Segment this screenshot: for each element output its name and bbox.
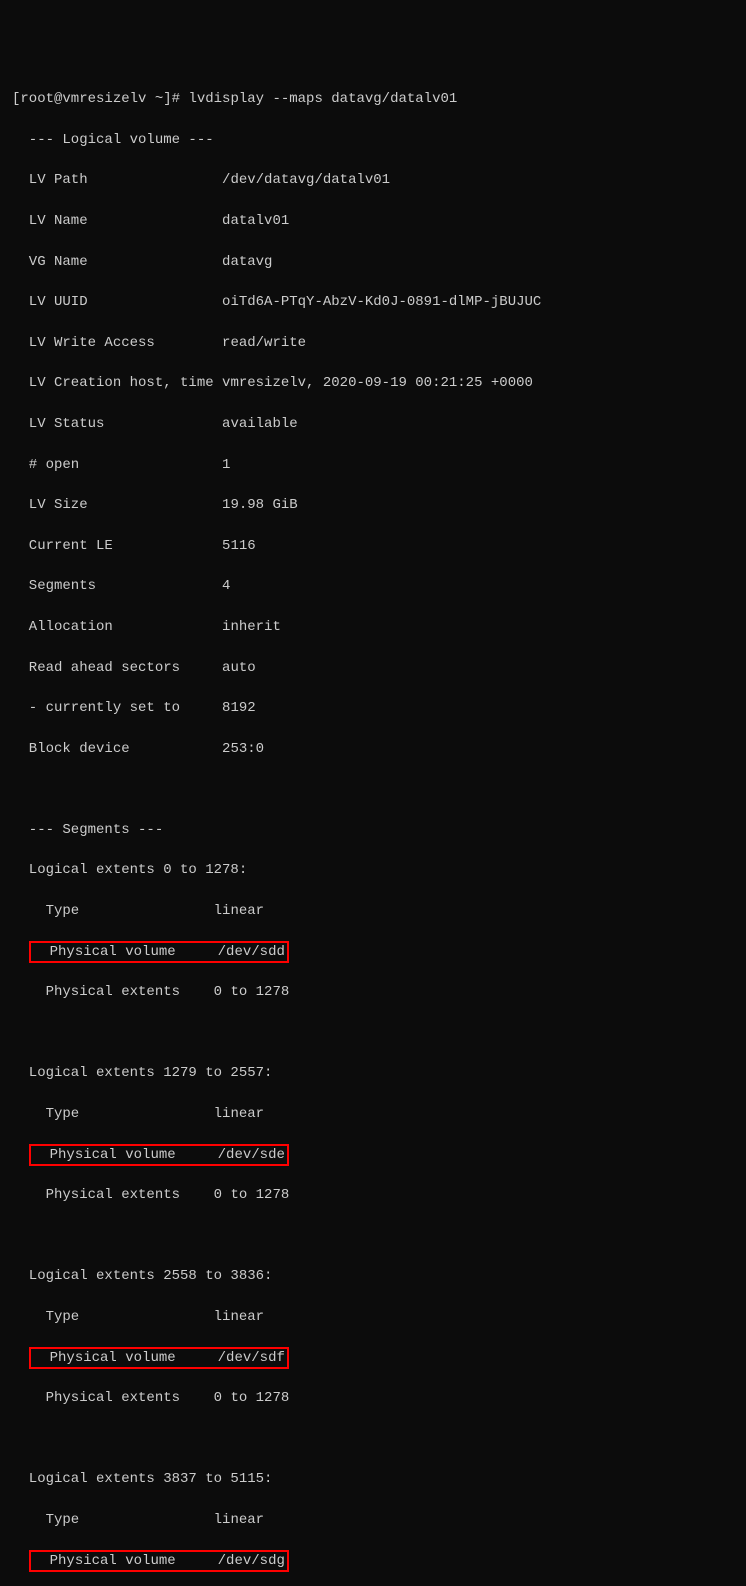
segment-pe: Physical extents 0 to 1278: [12, 1388, 734, 1408]
field-label: Type: [12, 1106, 214, 1122]
field-value: 8192: [222, 700, 256, 716]
field-label: LV Name: [12, 213, 222, 229]
field-value: 5116: [222, 538, 256, 554]
lv-segments: Segments 4: [12, 576, 734, 596]
segment-range: Logical extents 2558 to 3836:: [12, 1266, 734, 1286]
field-value: read/write: [222, 335, 306, 351]
field-value: auto: [222, 660, 256, 676]
segment-range: Logical extents 3837 to 5115:: [12, 1469, 734, 1489]
shell-prompt: [root@vmresizelv ~]#: [12, 91, 188, 107]
field-label: LV UUID: [12, 294, 222, 310]
lv-current-le: Current LE 5116: [12, 536, 734, 556]
segment-type: Type linear: [12, 1510, 734, 1530]
field-value: 0 to 1278: [214, 984, 290, 1000]
segment-range: Logical extents 0 to 1278:: [12, 860, 734, 880]
field-label: Type: [12, 903, 214, 919]
field-value: 0 to 1278: [214, 1187, 290, 1203]
segment-type: Type linear: [12, 901, 734, 921]
pv-value: /dev/sde: [218, 1147, 285, 1163]
highlight-box: Physical volume /dev/sdf: [29, 1347, 289, 1369]
segment-pv-highlighted: Physical volume /dev/sdf: [12, 1348, 734, 1368]
field-label: Block device: [12, 741, 222, 757]
segment-pv-highlighted: Physical volume /dev/sdd: [12, 942, 734, 962]
pv-label: Physical volume: [50, 1350, 218, 1366]
vg-name: VG Name datavg: [12, 252, 734, 272]
field-value: linear: [214, 1309, 264, 1325]
blank-line: [12, 1429, 734, 1449]
blank-line: [12, 1023, 734, 1043]
lv-status: LV Status available: [12, 414, 734, 434]
field-label: Physical extents: [12, 984, 214, 1000]
lv-block-device: Block device 253:0: [12, 739, 734, 759]
pv-value: /dev/sdf: [218, 1350, 285, 1366]
field-label: - currently set to: [12, 700, 222, 716]
field-label: Read ahead sectors: [12, 660, 222, 676]
field-value: 4: [222, 578, 230, 594]
field-value: linear: [214, 1512, 264, 1528]
field-value: 253:0: [222, 741, 264, 757]
field-value: datalv01: [222, 213, 289, 229]
field-label: # open: [12, 457, 222, 473]
field-label: VG Name: [12, 254, 222, 270]
field-label: Physical extents: [12, 1187, 214, 1203]
command-line: [root@vmresizelv ~]# lvdisplay --maps da…: [12, 89, 734, 109]
field-label: Type: [12, 1512, 214, 1528]
lv-read-ahead: Read ahead sectors auto: [12, 658, 734, 678]
lv-uuid: LV UUID oiTd6A-PTqY-AbzV-Kd0J-0891-dlMP-…: [12, 292, 734, 312]
field-value: oiTd6A-PTqY-AbzV-Kd0J-0891-dlMP-jBUJUC: [222, 294, 541, 310]
field-value: /dev/datavg/datalv01: [222, 172, 390, 188]
segment-pv-highlighted: Physical volume /dev/sde: [12, 1145, 734, 1165]
segment-type: Type linear: [12, 1307, 734, 1327]
lv-currently-set: - currently set to 8192: [12, 698, 734, 718]
pv-label: Physical volume: [50, 1147, 218, 1163]
segment-pe: Physical extents 0 to 1278: [12, 1185, 734, 1205]
section-header-segments: --- Segments ---: [12, 820, 734, 840]
field-value: linear: [214, 1106, 264, 1122]
field-value: datavg: [222, 254, 272, 270]
field-label: LV Creation host, time: [12, 375, 222, 391]
pv-label: Physical volume: [50, 944, 218, 960]
field-value: 0 to 1278: [214, 1390, 290, 1406]
blank-line: [12, 1226, 734, 1246]
field-label: Current LE: [12, 538, 222, 554]
segment-pe: Physical extents 0 to 1278: [12, 982, 734, 1002]
highlight-box: Physical volume /dev/sdd: [29, 941, 289, 963]
field-label: Allocation: [12, 619, 222, 635]
field-value: 1: [222, 457, 230, 473]
field-value: available: [222, 416, 298, 432]
lv-write-access: LV Write Access read/write: [12, 333, 734, 353]
field-label: Type: [12, 1309, 214, 1325]
field-label: LV Size: [12, 497, 222, 513]
lv-creation-host: LV Creation host, time vmresizelv, 2020-…: [12, 373, 734, 393]
blank-line: [12, 779, 734, 799]
pv-label: Physical volume: [50, 1553, 218, 1569]
segment-pv-highlighted: Physical volume /dev/sdg: [12, 1551, 734, 1571]
section-header-lv: --- Logical volume ---: [12, 130, 734, 150]
pv-value: /dev/sdg: [218, 1553, 285, 1569]
segment-type: Type linear: [12, 1104, 734, 1124]
field-label: LV Path: [12, 172, 222, 188]
highlight-box: Physical volume /dev/sde: [29, 1144, 289, 1166]
field-label: Segments: [12, 578, 222, 594]
lv-name: LV Name datalv01: [12, 211, 734, 231]
lv-path: LV Path /dev/datavg/datalv01: [12, 170, 734, 190]
lv-allocation: Allocation inherit: [12, 617, 734, 637]
field-value: 19.98 GiB: [222, 497, 298, 513]
pv-value: /dev/sdd: [218, 944, 285, 960]
lv-open: # open 1: [12, 455, 734, 475]
field-value: linear: [214, 903, 264, 919]
lv-size: LV Size 19.98 GiB: [12, 495, 734, 515]
field-label: Physical extents: [12, 1390, 214, 1406]
segment-range: Logical extents 1279 to 2557:: [12, 1063, 734, 1083]
field-value: inherit: [222, 619, 281, 635]
field-label: LV Status: [12, 416, 222, 432]
command-text: lvdisplay --maps datavg/datalv01: [188, 91, 457, 107]
highlight-box: Physical volume /dev/sdg: [29, 1550, 289, 1572]
field-label: LV Write Access: [12, 335, 222, 351]
field-value: vmresizelv, 2020-09-19 00:21:25 +0000: [222, 375, 533, 391]
